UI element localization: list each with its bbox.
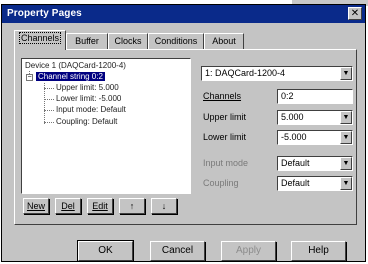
channels-label: Channels — [203, 91, 242, 101]
tree-connector — [44, 99, 54, 100]
tab-about[interactable]: About — [204, 33, 244, 49]
tree-item-coupling[interactable]: Coupling: Default — [56, 117, 117, 127]
window-title: Property Pages — [7, 8, 82, 19]
close-button[interactable]: ✕ — [348, 7, 362, 20]
ok-button[interactable]: OK — [77, 240, 134, 262]
delete-button[interactable]: Del — [55, 198, 81, 214]
edit-button[interactable]: Edit — [87, 198, 113, 214]
move-down-button[interactable]: ↓ — [151, 198, 177, 214]
title-bar[interactable]: Property Pages ✕ — [2, 5, 365, 23]
tab-clocks[interactable]: Clocks — [108, 33, 148, 49]
lower-limit-select[interactable]: -5.000 ▼ — [277, 130, 353, 145]
new-button[interactable]: New — [23, 198, 49, 214]
cancel-button[interactable]: Cancel — [150, 241, 205, 261]
tree-connector — [44, 83, 45, 124]
coupling-label: Coupling — [203, 178, 239, 188]
input-mode-select[interactable]: Default ▼ — [277, 156, 353, 171]
chevron-down-icon[interactable]: ▼ — [340, 157, 352, 170]
tree-item-input-mode[interactable]: Input mode: Default — [56, 105, 126, 115]
channel-tree[interactable]: Device 1 (DAQCard-1200-4) − Channel stri… — [21, 58, 191, 194]
device-select-value: 1: DAQCard-1200-4 — [205, 68, 286, 78]
chevron-down-icon[interactable]: ▼ — [340, 131, 352, 144]
coupling-select[interactable]: Default ▼ — [277, 176, 353, 191]
channels-panel: Device 1 (DAQCard-1200-4) − Channel stri… — [14, 49, 357, 225]
help-button[interactable]: Help — [291, 241, 346, 261]
chevron-down-icon[interactable]: ▼ — [340, 67, 352, 80]
channels-field[interactable]: 0:2 — [277, 89, 353, 104]
tab-channels[interactable]: Channels — [14, 30, 66, 50]
device-select[interactable]: 1: DAQCard-1200-4 ▼ — [201, 66, 353, 81]
tree-root-device[interactable]: Device 1 (DAQCard-1200-4) — [25, 61, 126, 71]
tab-conditions[interactable]: Conditions — [148, 33, 204, 49]
tree-item-lower-limit[interactable]: Lower limit: -5.000 — [56, 94, 121, 104]
chevron-down-icon[interactable]: ▼ — [340, 111, 352, 124]
tree-item-channel-string[interactable]: Channel string 0:2 — [36, 72, 105, 82]
move-up-button[interactable]: ↑ — [119, 198, 145, 214]
input-mode-label: Input mode — [203, 158, 249, 168]
tree-connector — [44, 122, 54, 123]
tree-item-upper-limit[interactable]: Upper limit: 5.000 — [56, 83, 119, 93]
tab-buffer[interactable]: Buffer — [66, 33, 108, 49]
lower-limit-label: Lower limit — [203, 132, 247, 142]
upper-limit-select[interactable]: 5.000 ▼ — [277, 110, 353, 125]
apply-button[interactable]: Apply — [221, 241, 276, 261]
chevron-down-icon[interactable]: ▼ — [340, 177, 352, 190]
tree-connector — [44, 88, 54, 89]
tree-connector — [44, 110, 54, 111]
property-pages-dialog: Property Pages ✕ Channels Buffer Clocks … — [1, 4, 366, 262]
tree-collapse-icon[interactable]: − — [26, 74, 33, 81]
upper-limit-label: Upper limit — [203, 112, 247, 122]
